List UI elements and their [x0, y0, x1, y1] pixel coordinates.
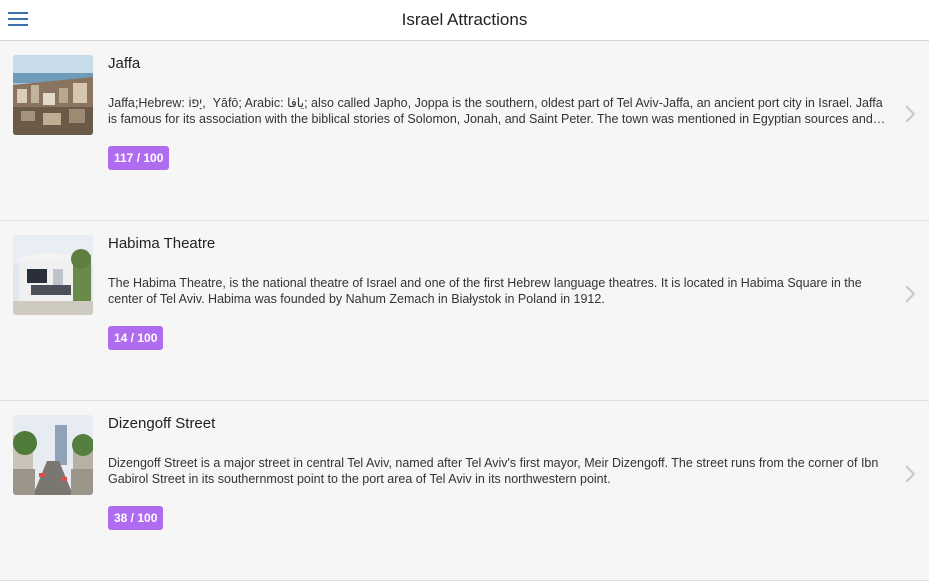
chevron-right-icon — [905, 465, 915, 483]
list-item-habima-theatre[interactable]: Habima Theatre The Habima Theatre, is th… — [0, 221, 929, 401]
attraction-title: Jaffa — [108, 55, 141, 72]
page-title: Israel Attractions — [401, 10, 528, 29]
score-badge: 38 / 100 — [108, 506, 164, 530]
attraction-description: The Habima Theatre, is the national thea… — [108, 276, 862, 306]
chevron-right-icon — [905, 285, 915, 303]
jaffa-photo — [13, 55, 93, 135]
dizengoff-street-photo — [13, 415, 93, 495]
score-badge: 14 / 100 — [108, 326, 164, 350]
app-header: Israel Attractions — [0, 0, 929, 41]
list-item-jaffa[interactable]: Jaffa Jaffa;Hebrew: יָפוֹ, ‎ Yāfō; Arabi… — [0, 41, 929, 221]
list-item-dizengoff-street[interactable]: Dizengoff Street Dizengoff Street is a m… — [0, 401, 929, 581]
habima-theatre-photo — [13, 235, 93, 315]
attraction-title: Dizengoff Street — [108, 415, 216, 432]
score-badge: 117 / 100 — [108, 146, 170, 170]
attraction-description: Dizengoff Street is a major street in ce… — [108, 456, 879, 486]
attraction-title: Habima Theatre — [108, 235, 216, 252]
jaffa-thumbnail — [13, 55, 93, 135]
dizengoff-street-thumbnail — [13, 415, 93, 495]
habima-theatre-thumbnail — [13, 235, 93, 315]
chevron-right-icon — [905, 105, 915, 123]
attractions-list: Jaffa Jaffa;Hebrew: יָפוֹ, ‎ Yāfō; Arabi… — [0, 41, 929, 581]
attraction-description: Jaffa;Hebrew: יָפוֹ, ‎ Yāfō; Arabic: ياف… — [108, 96, 883, 126]
